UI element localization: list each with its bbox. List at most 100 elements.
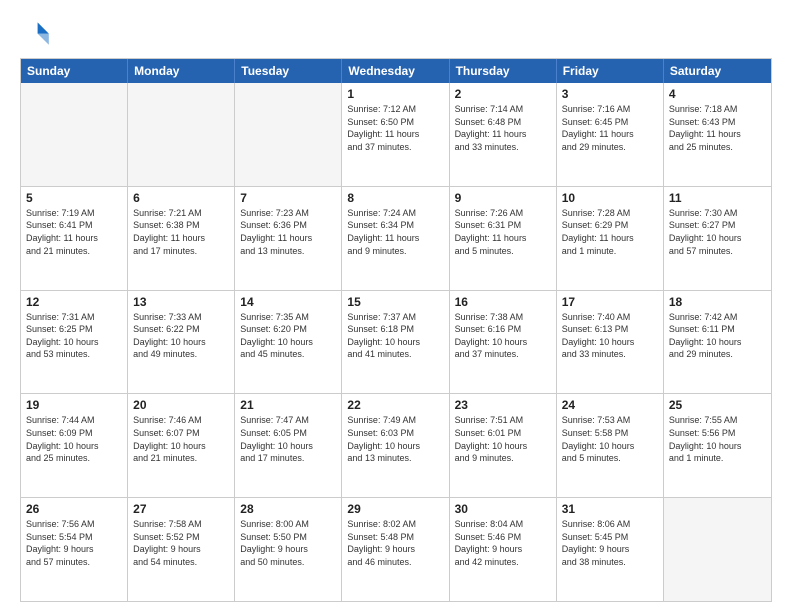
day-info: Sunrise: 8:02 AM Sunset: 5:48 PM Dayligh…: [347, 518, 443, 568]
calendar-cell: 25 Sunrise: 7:55 AM Sunset: 5:56 PM Dayli…: [664, 394, 771, 497]
calendar-body: 1 Sunrise: 7:12 AM Sunset: 6:50 PM Daylig…: [21, 83, 771, 601]
day-number: 3: [562, 87, 658, 101]
day-number: 6: [133, 191, 229, 205]
calendar-cell: 4 Sunrise: 7:18 AM Sunset: 6:43 PM Daylig…: [664, 83, 771, 186]
calendar-cell: 3 Sunrise: 7:16 AM Sunset: 6:45 PM Daylig…: [557, 83, 664, 186]
calendar: SundayMondayTuesdayWednesdayThursdayFrid…: [20, 58, 772, 602]
calendar-cell: 7Sunrise: 7:23 AM Sunset: 6:36 PM Daylig…: [235, 187, 342, 290]
day-number: 31: [562, 502, 658, 516]
day-number: 13: [133, 295, 229, 309]
day-number: 8: [347, 191, 443, 205]
day-number: 16: [455, 295, 551, 309]
calendar-cell: [664, 498, 771, 601]
header-day-wednesday: Wednesday: [342, 59, 449, 83]
calendar-cell: 6 Sunrise: 7:21 AM Sunset: 6:38 PM Daylig…: [128, 187, 235, 290]
header-day-tuesday: Tuesday: [235, 59, 342, 83]
header-day-thursday: Thursday: [450, 59, 557, 83]
header-day-friday: Friday: [557, 59, 664, 83]
day-number: 27: [133, 502, 229, 516]
day-info: Sunrise: 7:12 AM Sunset: 6:50 PM Dayligh…: [347, 103, 443, 153]
day-info: Sunrise: 7:38 AM Sunset: 6:16 PM Dayligh…: [455, 311, 551, 361]
header-day-saturday: Saturday: [664, 59, 771, 83]
calendar-cell: [128, 83, 235, 186]
header: [20, 16, 772, 48]
day-number: 10: [562, 191, 658, 205]
calendar-cell: 20Sunrise: 7:46 AM Sunset: 6:07 PM Dayli…: [128, 394, 235, 497]
calendar-cell: 17Sunrise: 7:40 AM Sunset: 6:13 PM Dayli…: [557, 291, 664, 394]
day-number: 4: [669, 87, 766, 101]
page: SundayMondayTuesdayWednesdayThursdayFrid…: [0, 0, 792, 612]
day-info: Sunrise: 7:56 AM Sunset: 5:54 PM Dayligh…: [26, 518, 122, 568]
calendar-cell: 21 Sunrise: 7:47 AM Sunset: 6:05 PM Dayli…: [235, 394, 342, 497]
day-number: 23: [455, 398, 551, 412]
day-info: Sunrise: 8:06 AM Sunset: 5:45 PM Dayligh…: [562, 518, 658, 568]
calendar-cell: 1 Sunrise: 7:12 AM Sunset: 6:50 PM Daylig…: [342, 83, 449, 186]
day-info: Sunrise: 7:40 AM Sunset: 6:13 PM Dayligh…: [562, 311, 658, 361]
day-info: Sunrise: 7:18 AM Sunset: 6:43 PM Dayligh…: [669, 103, 766, 153]
calendar-cell: 28Sunrise: 8:00 AM Sunset: 5:50 PM Dayli…: [235, 498, 342, 601]
day-number: 14: [240, 295, 336, 309]
day-info: Sunrise: 8:04 AM Sunset: 5:46 PM Dayligh…: [455, 518, 551, 568]
day-info: Sunrise: 7:53 AM Sunset: 5:58 PM Dayligh…: [562, 414, 658, 464]
day-info: Sunrise: 7:33 AM Sunset: 6:22 PM Dayligh…: [133, 311, 229, 361]
day-info: Sunrise: 7:51 AM Sunset: 6:01 PM Dayligh…: [455, 414, 551, 464]
calendar-week-1: 1 Sunrise: 7:12 AM Sunset: 6:50 PM Daylig…: [21, 83, 771, 186]
day-number: 20: [133, 398, 229, 412]
calendar-cell: 16 Sunrise: 7:38 AM Sunset: 6:16 PM Dayli…: [450, 291, 557, 394]
calendar-cell: 30 Sunrise: 8:04 AM Sunset: 5:46 PM Dayli…: [450, 498, 557, 601]
calendar-cell: 11Sunrise: 7:30 AM Sunset: 6:27 PM Dayli…: [664, 187, 771, 290]
day-info: Sunrise: 7:24 AM Sunset: 6:34 PM Dayligh…: [347, 207, 443, 257]
day-info: Sunrise: 7:26 AM Sunset: 6:31 PM Dayligh…: [455, 207, 551, 257]
calendar-cell: 24 Sunrise: 7:53 AM Sunset: 5:58 PM Dayli…: [557, 394, 664, 497]
day-info: Sunrise: 7:28 AM Sunset: 6:29 PM Dayligh…: [562, 207, 658, 257]
calendar-week-4: 19 Sunrise: 7:44 AM Sunset: 6:09 PM Dayli…: [21, 393, 771, 497]
calendar-header: SundayMondayTuesdayWednesdayThursdayFrid…: [21, 59, 771, 83]
logo: [20, 16, 56, 48]
calendar-cell: 23 Sunrise: 7:51 AM Sunset: 6:01 PM Dayli…: [450, 394, 557, 497]
calendar-week-3: 12 Sunrise: 7:31 AM Sunset: 6:25 PM Dayli…: [21, 290, 771, 394]
calendar-cell: 29 Sunrise: 8:02 AM Sunset: 5:48 PM Dayli…: [342, 498, 449, 601]
header-day-sunday: Sunday: [21, 59, 128, 83]
calendar-week-2: 5 Sunrise: 7:19 AM Sunset: 6:41 PM Daylig…: [21, 186, 771, 290]
day-number: 12: [26, 295, 122, 309]
calendar-cell: 27 Sunrise: 7:58 AM Sunset: 5:52 PM Dayli…: [128, 498, 235, 601]
day-info: Sunrise: 7:30 AM Sunset: 6:27 PM Dayligh…: [669, 207, 766, 257]
day-info: Sunrise: 7:44 AM Sunset: 6:09 PM Dayligh…: [26, 414, 122, 464]
day-info: Sunrise: 7:16 AM Sunset: 6:45 PM Dayligh…: [562, 103, 658, 153]
day-info: Sunrise: 7:47 AM Sunset: 6:05 PM Dayligh…: [240, 414, 336, 464]
day-number: 21: [240, 398, 336, 412]
calendar-cell: 13 Sunrise: 7:33 AM Sunset: 6:22 PM Dayli…: [128, 291, 235, 394]
day-number: 1: [347, 87, 443, 101]
day-info: Sunrise: 7:31 AM Sunset: 6:25 PM Dayligh…: [26, 311, 122, 361]
day-number: 5: [26, 191, 122, 205]
day-number: 19: [26, 398, 122, 412]
day-info: Sunrise: 7:23 AM Sunset: 6:36 PM Dayligh…: [240, 207, 336, 257]
day-info: Sunrise: 7:58 AM Sunset: 5:52 PM Dayligh…: [133, 518, 229, 568]
calendar-cell: 2Sunrise: 7:14 AM Sunset: 6:48 PM Daylig…: [450, 83, 557, 186]
calendar-cell: 5 Sunrise: 7:19 AM Sunset: 6:41 PM Daylig…: [21, 187, 128, 290]
calendar-cell: 26Sunrise: 7:56 AM Sunset: 5:54 PM Dayli…: [21, 498, 128, 601]
calendar-cell: [235, 83, 342, 186]
day-info: Sunrise: 7:21 AM Sunset: 6:38 PM Dayligh…: [133, 207, 229, 257]
day-info: Sunrise: 7:35 AM Sunset: 6:20 PM Dayligh…: [240, 311, 336, 361]
day-number: 29: [347, 502, 443, 516]
calendar-cell: 9Sunrise: 7:26 AM Sunset: 6:31 PM Daylig…: [450, 187, 557, 290]
calendar-cell: 18Sunrise: 7:42 AM Sunset: 6:11 PM Dayli…: [664, 291, 771, 394]
calendar-cell: 12 Sunrise: 7:31 AM Sunset: 6:25 PM Dayli…: [21, 291, 128, 394]
day-info: Sunrise: 8:00 AM Sunset: 5:50 PM Dayligh…: [240, 518, 336, 568]
day-info: Sunrise: 7:49 AM Sunset: 6:03 PM Dayligh…: [347, 414, 443, 464]
calendar-cell: 10 Sunrise: 7:28 AM Sunset: 6:29 PM Dayli…: [557, 187, 664, 290]
day-number: 25: [669, 398, 766, 412]
day-number: 22: [347, 398, 443, 412]
day-info: Sunrise: 7:55 AM Sunset: 5:56 PM Dayligh…: [669, 414, 766, 464]
day-number: 30: [455, 502, 551, 516]
logo-icon: [20, 16, 52, 48]
calendar-cell: 14 Sunrise: 7:35 AM Sunset: 6:20 PM Dayli…: [235, 291, 342, 394]
calendar-cell: 31 Sunrise: 8:06 AM Sunset: 5:45 PM Dayli…: [557, 498, 664, 601]
day-number: 24: [562, 398, 658, 412]
day-number: 2: [455, 87, 551, 101]
calendar-cell: 15Sunrise: 7:37 AM Sunset: 6:18 PM Dayli…: [342, 291, 449, 394]
calendar-cell: 22 Sunrise: 7:49 AM Sunset: 6:03 PM Dayli…: [342, 394, 449, 497]
day-info: Sunrise: 7:19 AM Sunset: 6:41 PM Dayligh…: [26, 207, 122, 257]
calendar-week-5: 26Sunrise: 7:56 AM Sunset: 5:54 PM Dayli…: [21, 497, 771, 601]
